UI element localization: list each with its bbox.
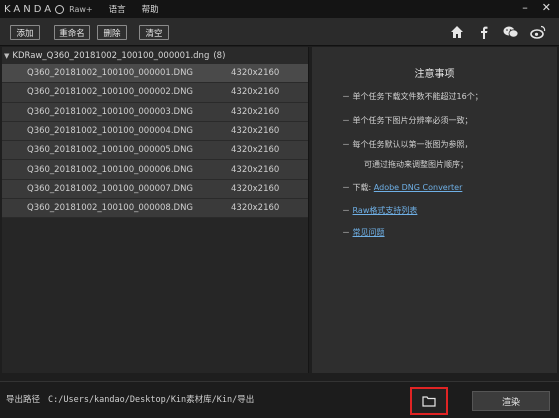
file-name: Q360_20181002_100100_000008.DNG: [27, 203, 194, 214]
export-path-value[interactable]: C:/Users/kandao/Desktop/Kin素材库/Kin/导出: [48, 393, 254, 405]
title-bar: KANDA Raw+ 语言 帮助 – ✕: [0, 0, 559, 18]
toolbar: 添加 重命名 删除 清空: [0, 18, 559, 46]
facebook-icon[interactable]: [476, 24, 492, 40]
window-controls: – ✕: [508, 2, 551, 14]
clear-button[interactable]: 清空: [139, 25, 169, 40]
note-faq: － 常见问题: [342, 227, 385, 238]
file-list-panel: ▼ KDRaw_Q360_20181002_100100_000001.dng …: [2, 47, 309, 373]
file-row[interactable]: Q360_20181002_100100_000005.DNG 4320x216…: [2, 141, 308, 161]
faq-link[interactable]: 常见问题: [353, 228, 385, 237]
file-name: Q360_20181002_100100_000004.DNG: [27, 126, 194, 137]
home-icon[interactable]: [449, 24, 465, 40]
group-name: KDRaw_Q360_20181002_100100_000001.dng: [12, 50, 210, 61]
app-logo: KANDA Raw+: [4, 4, 93, 15]
file-row[interactable]: Q360_20181002_100100_000008.DNG 4320x216…: [2, 199, 308, 219]
file-row[interactable]: Q360_20181002_100100_000006.DNG 4320x216…: [2, 160, 308, 180]
file-name: Q360_20181002_100100_000005.DNG: [27, 145, 194, 156]
menu-help[interactable]: 帮助: [142, 3, 159, 15]
file-name: Q360_20181002_100100_000002.DNG: [27, 87, 194, 98]
group-count: (8): [213, 50, 226, 61]
file-resolution: 4320x2160: [231, 164, 280, 175]
file-name: Q360_20181002_100100_000006.DNG: [27, 164, 194, 175]
dng-converter-link[interactable]: Adobe DNG Converter: [374, 183, 463, 192]
export-bar: 导出路径 C:/Users/kandao/Desktop/Kin素材库/Kin/…: [0, 381, 559, 418]
file-resolution: 4320x2160: [231, 145, 280, 156]
weibo-icon[interactable]: [530, 24, 546, 40]
wechat-icon[interactable]: [503, 24, 519, 40]
collapse-triangle-icon[interactable]: ▼: [4, 52, 9, 60]
note-line: － 每个任务默认以第一张图为参照，: [342, 140, 473, 149]
file-row[interactable]: Q360_20181002_100100_000007.DNG 4320x216…: [2, 179, 308, 200]
add-button[interactable]: 添加: [10, 25, 40, 40]
file-name: Q360_20181002_100100_000007.DNG: [27, 183, 194, 194]
notes-panel: 注意事项 － 单个任务下载文件数不能超过16个； － 单个任务下图片分辨率必须一…: [312, 47, 557, 373]
render-button[interactable]: 渲染: [472, 391, 550, 411]
browse-folder-button[interactable]: [410, 387, 448, 415]
note-download: － 下载: Adobe DNG Converter: [342, 182, 462, 193]
notes-title: 注意事项: [414, 69, 455, 80]
export-path-label: 导出路径: [6, 395, 41, 405]
bullet-dash: －: [342, 206, 353, 215]
file-resolution: 4320x2160: [231, 203, 280, 214]
folder-icon: [422, 396, 436, 407]
note-raw-support: － Raw格式支持列表: [342, 205, 417, 216]
file-resolution: 4320x2160: [231, 87, 280, 98]
file-row[interactable]: Q360_20181002_100100_000004.DNG 4320x216…: [2, 121, 308, 142]
raw-support-link[interactable]: Raw格式支持列表: [353, 206, 418, 215]
note-line: 可通过拖动来调整图片顺序；: [364, 160, 468, 169]
file-resolution: 4320x2160: [231, 106, 280, 117]
file-resolution: 4320x2160: [231, 126, 280, 137]
bullet-dash: －: [342, 228, 353, 237]
rename-button[interactable]: 重命名: [54, 25, 90, 40]
note-line: － 单个任务下载文件数不能超过16个；: [342, 92, 483, 101]
file-resolution: 4320x2160: [231, 183, 280, 194]
logo-ring-icon: [55, 4, 65, 14]
download-prefix: － 下载:: [342, 183, 374, 192]
note-line: － 单个任务下图片分辨率必须一致；: [342, 116, 473, 125]
file-group-row[interactable]: ▼ KDRaw_Q360_20181002_100100_000001.dng …: [2, 47, 308, 64]
delete-button[interactable]: 删除: [97, 25, 127, 40]
logo-text: KANDA: [4, 3, 55, 15]
file-resolution: 4320x2160: [231, 68, 280, 79]
menu-language[interactable]: 语言: [109, 3, 126, 15]
close-icon[interactable]: ✕: [542, 2, 551, 14]
file-name: Q360_20181002_100100_000001.DNG: [27, 68, 194, 79]
file-name: Q360_20181002_100100_000003.DNG: [27, 106, 194, 117]
menu-bar: 语言 帮助: [109, 3, 175, 15]
file-row[interactable]: Q360_20181002_100100_000002.DNG 4320x216…: [2, 83, 308, 103]
logo-suffix: Raw+: [69, 4, 93, 14]
minimize-icon[interactable]: –: [522, 2, 528, 14]
file-row[interactable]: Q360_20181002_100100_000001.DNG 4320x216…: [2, 64, 308, 84]
file-row[interactable]: Q360_20181002_100100_000003.DNG 4320x216…: [2, 102, 308, 122]
